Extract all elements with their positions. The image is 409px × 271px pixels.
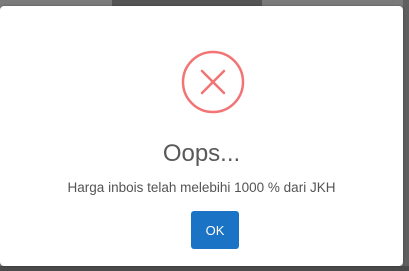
- error-x-circle-icon: [181, 50, 245, 114]
- backdrop-right-edge: [403, 0, 409, 271]
- ok-button[interactable]: OK: [191, 211, 239, 249]
- alert-dialog: Oops... Harga inbois telah melebihi 1000…: [0, 6, 403, 266]
- dialog-title: Oops...: [162, 140, 241, 167]
- backdrop-bottom-edge: [0, 266, 409, 271]
- dialog-message: Harga inbois telah melebihi 1000 % dari …: [67, 180, 336, 195]
